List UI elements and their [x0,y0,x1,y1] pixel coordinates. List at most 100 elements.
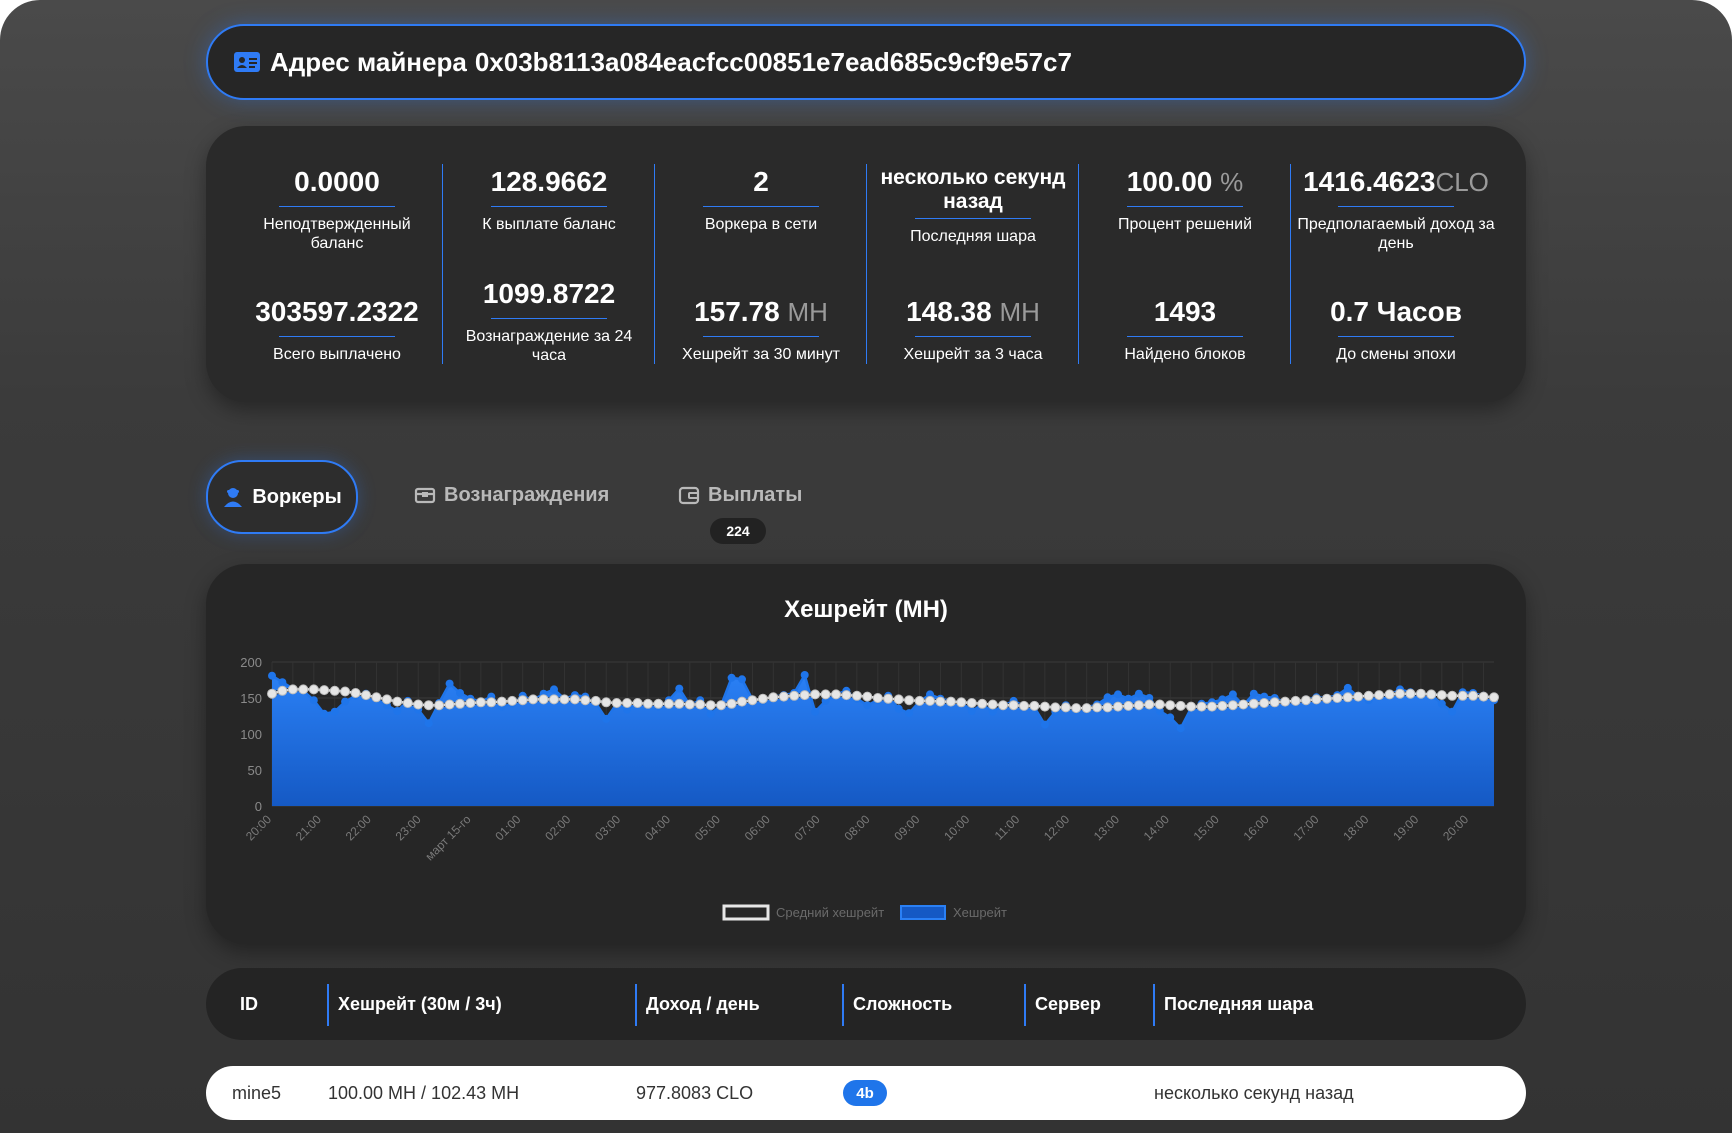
stat-last-share: несколько секунд назад Последняя шара [873,166,1073,246]
stats-panel: 0.0000 Неподтвержденный баланс 128.9662 … [206,126,1526,402]
hashrate-point [967,707,976,715]
column-header-id[interactable]: ID [230,968,258,1040]
average-point [361,690,371,701]
column-header-difficulty[interactable]: Сложность [843,968,952,1040]
average-point [831,689,841,700]
average-point [1447,690,1458,701]
stat-label: Воркера в сети [704,216,818,233]
hashrate-point [602,714,611,723]
average-point [1478,691,1489,702]
average-point [381,694,392,705]
y-tick-label: 0 [255,799,262,814]
cell-income: 977.8083 CLO [636,1082,754,1103]
table-row[interactable]: mine5 100.00 MH / 102.43 MH 977.8083 CLO… [206,1066,1526,1120]
x-tick-label: 18:00 [1340,812,1371,843]
stat-value: несколько секунд назад [880,166,1066,213]
x-tick-label: 02:00 [542,812,573,843]
stat-hashrate-3h: 148.38 MH Хешрейт за 3 часа [873,296,1073,364]
x-tick-label: 13:00 [1091,812,1122,843]
hashrate-point [1114,690,1122,699]
stat-epoch-change: 0.7 Часов До смены эпохи [1296,296,1496,364]
stat-label: До смены эпохи [1336,346,1456,363]
average-point [893,694,904,705]
stat-workers-online: 2 Воркера в сети [661,166,861,234]
tab-rewards[interactable]: Вознаграждения [414,460,609,530]
average-point [1311,694,1322,705]
average-point [1029,700,1040,711]
average-point [455,698,465,709]
average-point [1227,700,1238,711]
average-point [1217,700,1228,711]
average-point [1332,693,1343,703]
x-tick-label: 20:00 [1440,812,1471,843]
average-point [1207,701,1217,712]
average-point [872,693,883,703]
hashrate-point [550,685,558,694]
hashrate-point [811,707,820,716]
stat-value: 0.7 Часов [1330,296,1462,327]
miner-address[interactable]: 0x03b8113a084eacfcc00851e7ead685c9cf9e57… [475,47,1072,78]
average-point [1123,700,1134,711]
legend-label-average: Средний хешрейт [776,905,884,920]
average-point [329,685,340,696]
average-point [559,694,570,705]
x-tick-label: 21:00 [293,812,324,843]
x-tick-label: 04:00 [642,812,673,843]
average-point [820,689,831,700]
average-point [319,685,330,696]
stat-total-paid: 303597.2322 Всего выплачено [237,296,437,364]
y-tick-label: 200 [240,655,262,670]
x-tick-label: 22:00 [343,812,374,843]
average-point [1154,699,1165,710]
id-card-icon [234,52,260,72]
x-tick-label: 09:00 [891,812,922,843]
difficulty-badge: 4b [843,1080,887,1106]
stat-label: Вознаграждение за 24 часа [465,328,633,364]
average-point [1269,697,1280,708]
x-tick-label: 20:00 [243,812,274,843]
average-point [737,696,747,707]
average-point [998,700,1009,711]
average-point [674,698,685,709]
column-header-server[interactable]: Сервер [1025,968,1101,1040]
hashrate-point [341,697,350,706]
y-tick-label: 100 [240,727,262,742]
average-point [1102,702,1113,713]
average-point [371,692,382,703]
hashrate-point [1166,713,1175,722]
hashrate-area [272,675,1494,806]
column-header-hashrate[interactable]: Хешрейт (30м / 3ч) [328,968,502,1040]
hashrate-point [675,684,684,693]
stat-value: 148.38 MH [906,296,1040,327]
hashrate-point [393,707,402,715]
x-tick-label: 06:00 [742,812,773,843]
average-point [507,695,518,706]
average-point [287,684,298,695]
average-point [935,696,946,707]
tab-workers[interactable]: Воркеры [206,460,358,534]
average-point [1092,702,1103,713]
stat-value: 128.9662 [490,166,608,197]
worker-icon [224,488,243,507]
average-point [1039,701,1050,712]
average-point [904,695,915,706]
average-point [1113,701,1123,712]
hashrate-point [1448,707,1457,716]
average-point [1374,690,1385,701]
hashrate-chart: Хешрейт (MH) 0 50 100 150 200 20:00 21:00 22:00 2… [206,564,1526,944]
hashrate-point [706,709,715,718]
average-point [862,691,873,702]
stat-value: 0.0000 [294,166,380,197]
column-header-last-share[interactable]: Последняя шара [1154,968,1313,1040]
stat-value: 100.00 % [1126,166,1244,197]
column-header-income[interactable]: Доход / день [636,968,760,1040]
stat-label: Процент решений [1117,216,1253,233]
average-point [883,693,894,704]
x-tick-label: 05:00 [692,812,723,843]
stat-reward-24h: 1099.8722 Вознаграждение за 24 часа [449,278,649,365]
average-point [663,698,674,709]
average-point [1415,688,1426,699]
average-point [611,698,622,708]
hashrate-point [800,671,809,679]
y-tick-label: 50 [248,763,262,778]
